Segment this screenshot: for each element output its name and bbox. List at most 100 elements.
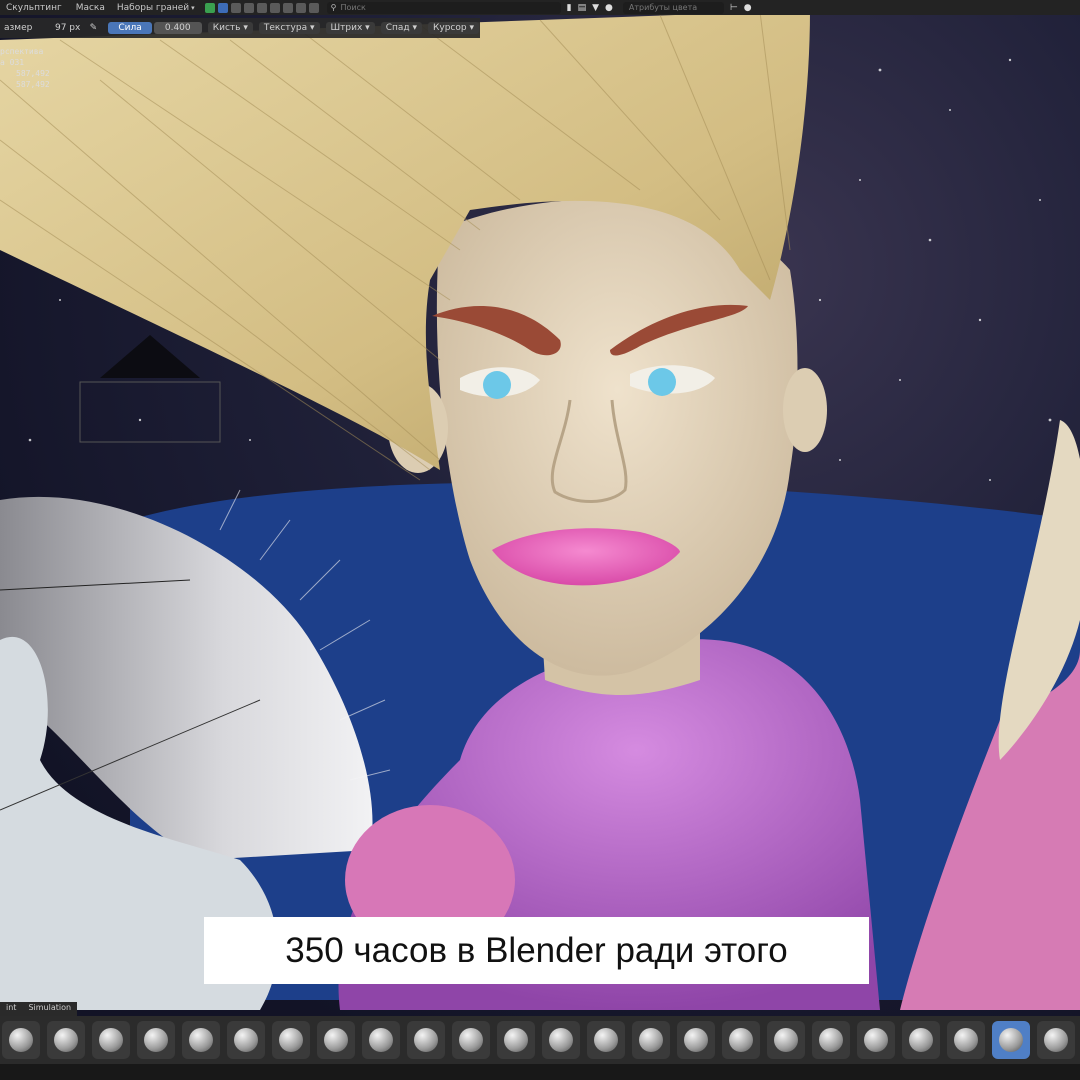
- brush-icon: [369, 1028, 393, 1052]
- tab-simulation[interactable]: Simulation: [22, 1002, 77, 1016]
- solid-mode-icon[interactable]: [217, 2, 228, 13]
- brush-button[interactable]: [542, 1021, 580, 1059]
- grid-icon[interactable]: [295, 2, 306, 13]
- brush-button[interactable]: [362, 1021, 400, 1059]
- brush-button[interactable]: [1037, 1021, 1075, 1059]
- snap-icon[interactable]: [269, 2, 280, 13]
- shield-icon[interactable]: ●: [605, 3, 613, 13]
- brush-button[interactable]: [407, 1021, 445, 1059]
- right-eye-iris: [648, 368, 676, 396]
- viewport-gizmo-tools: ⊢ ●: [730, 3, 752, 13]
- overlay-icon[interactable]: [204, 2, 215, 13]
- brush-icon: [954, 1028, 978, 1052]
- brush-button[interactable]: [317, 1021, 355, 1059]
- stats-line: 587,492: [16, 69, 50, 78]
- menu-bar: Скульптинг Маска Наборы граней ▾ ⚲ Поиск …: [0, 0, 1080, 15]
- bookmark-icon[interactable]: ▮: [567, 3, 572, 13]
- tab-paint[interactable]: int: [0, 1002, 22, 1016]
- menu-face-sets[interactable]: Наборы граней ▾: [111, 3, 201, 13]
- search-input[interactable]: ⚲ Поиск: [326, 1, 561, 14]
- chevron-down-icon: ▾: [309, 23, 315, 33]
- shading-mode-icons: [204, 2, 319, 13]
- brush-button[interactable]: [722, 1021, 760, 1059]
- search-icon: ⚲: [330, 3, 337, 12]
- brush-icon: [504, 1028, 528, 1052]
- brush-icon: [1044, 1028, 1068, 1052]
- texture-dropdown[interactable]: Текстура ▾: [258, 22, 320, 34]
- symmetry-icon[interactable]: [256, 2, 267, 13]
- brush-button[interactable]: [812, 1021, 850, 1059]
- brush-icon: [999, 1028, 1023, 1052]
- proportional-icon[interactable]: [282, 2, 293, 13]
- brush-icon: [189, 1028, 213, 1052]
- strength-button[interactable]: Сила: [108, 22, 152, 34]
- view-perspective-text: рспектива: [0, 47, 44, 56]
- chevron-down-icon: ▾: [469, 23, 475, 33]
- brush-icon: [864, 1028, 888, 1052]
- left-eye-iris: [483, 371, 511, 399]
- stroke-dropdown[interactable]: Штрих ▾: [325, 22, 375, 34]
- brush-button[interactable]: [227, 1021, 265, 1059]
- filter-icon[interactable]: ▼: [592, 3, 599, 13]
- brush-button[interactable]: [47, 1021, 85, 1059]
- brush-icon: [729, 1028, 753, 1052]
- strength-field[interactable]: 0.400: [153, 22, 202, 34]
- brush-button[interactable]: [632, 1021, 670, 1059]
- brush-button[interactable]: [677, 1021, 715, 1059]
- size-field[interactable]: 97 px: [36, 23, 86, 33]
- brush-button[interactable]: [992, 1021, 1030, 1059]
- brush-icon: [549, 1028, 573, 1052]
- brush-button[interactable]: [767, 1021, 805, 1059]
- brush-button[interactable]: [272, 1021, 310, 1059]
- brush-icon: [594, 1028, 618, 1052]
- pencil-icon[interactable]: ✎: [86, 23, 100, 33]
- brush-shelf: [0, 1016, 1080, 1064]
- brush-icon: [9, 1028, 33, 1052]
- stats-line: 587,492: [16, 80, 50, 89]
- brush-button[interactable]: [137, 1021, 175, 1059]
- brush-button[interactable]: [452, 1021, 490, 1059]
- render-mode-icon[interactable]: [243, 2, 254, 13]
- brush-icon: [909, 1028, 933, 1052]
- blender-window: Скульптинг Маска Наборы граней ▾ ⚲ Поиск …: [0, 0, 1080, 1080]
- view-layer-icon[interactable]: ▤: [578, 3, 587, 13]
- brush-button[interactable]: [182, 1021, 220, 1059]
- chevron-down-icon: ▾: [412, 23, 417, 33]
- color-attribute-field[interactable]: Атрибуты цвета: [622, 1, 724, 14]
- brush-icon: [819, 1028, 843, 1052]
- menu-sculpting[interactable]: Скульптинг: [0, 3, 70, 13]
- outliner-tools: ▮ ▤ ▼ ●: [567, 3, 613, 13]
- chevron-down-icon: ▾: [191, 3, 195, 12]
- brush-button[interactable]: [497, 1021, 535, 1059]
- menu-mask[interactable]: Маска: [70, 3, 111, 13]
- brush-button[interactable]: [587, 1021, 625, 1059]
- axis-icon[interactable]: ⊢: [730, 3, 738, 13]
- brush-dropdown[interactable]: Кисть ▾: [207, 22, 253, 34]
- brush-button[interactable]: [902, 1021, 940, 1059]
- tool-header: азмер 97 px ✎ Сила 0.400 Кисть ▾ Текстур…: [0, 18, 480, 38]
- brush-icon: [54, 1028, 78, 1052]
- shading-ball-icon[interactable]: ●: [744, 3, 752, 13]
- video-caption: 350 часов в Blender ради этого: [204, 917, 869, 984]
- brush-icon: [324, 1028, 348, 1052]
- chevron-down-icon: ▾: [243, 23, 248, 33]
- viewport-info: рспектива а 031 587,492 587,492: [0, 46, 50, 90]
- right-ear: [783, 368, 827, 452]
- size-label: азмер: [4, 23, 33, 33]
- brush-icon: [684, 1028, 708, 1052]
- material-mode-icon[interactable]: [230, 2, 241, 13]
- brush-button[interactable]: [947, 1021, 985, 1059]
- options-icon[interactable]: [308, 2, 319, 13]
- brush-icon: [414, 1028, 438, 1052]
- cursor-dropdown[interactable]: Курсор ▾: [428, 22, 480, 34]
- brush-icon: [279, 1028, 303, 1052]
- brush-icon: [459, 1028, 483, 1052]
- brush-button[interactable]: [857, 1021, 895, 1059]
- search-placeholder: Поиск: [340, 3, 366, 12]
- brush-icon: [774, 1028, 798, 1052]
- brush-icon: [234, 1028, 258, 1052]
- falloff-dropdown[interactable]: Спад ▾: [380, 22, 422, 34]
- brush-icon: [144, 1028, 168, 1052]
- brush-button[interactable]: [92, 1021, 130, 1059]
- brush-button[interactable]: [2, 1021, 40, 1059]
